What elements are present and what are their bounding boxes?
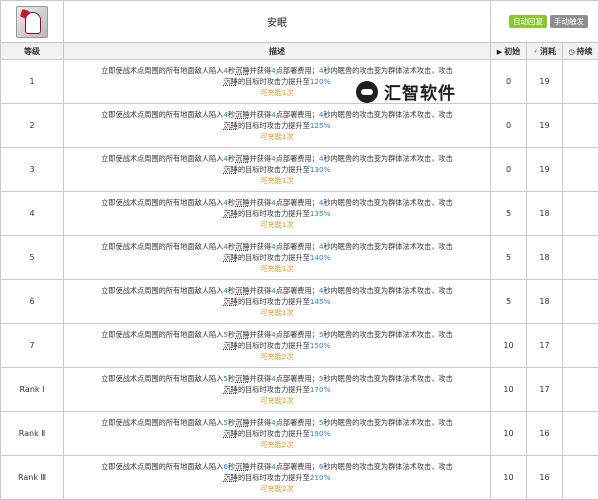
bolt-icon: ⚡ bbox=[533, 47, 538, 56]
row-description: 立即使战术点周围的所有地面敌人陷入5秒沉睡并获得4点部署费用；5秒内眠兽的攻击变… bbox=[63, 411, 491, 456]
row-duration bbox=[562, 411, 598, 456]
skill-rows: 1 立即使战术点周围的所有地面敌人陷入4秒沉睡并获得4点部署费用；4秒内眠兽的攻击… bbox=[0, 59, 598, 500]
row-cost: 18 bbox=[526, 191, 563, 236]
row-duration bbox=[562, 323, 598, 368]
skill-page: 安眠 自动回复 手动触发 等级 描述 ▶ 初始 ⚡ 消耗 ◷ 持续 1 立即使战术点周围的… bbox=[0, 0, 598, 500]
row-cost: 18 bbox=[526, 235, 563, 280]
row-level: Rank Ⅲ bbox=[0, 455, 64, 500]
row-duration bbox=[562, 235, 598, 280]
charge-note: 可充能2次 bbox=[260, 440, 294, 449]
row-level: 2 bbox=[0, 103, 64, 148]
row-initial: 5 bbox=[490, 235, 527, 280]
skill-header-row: 安眠 自动回复 手动触发 bbox=[0, 0, 598, 43]
row-cost: 16 bbox=[526, 455, 563, 500]
tag-manual-trigger: 手动触发 bbox=[550, 15, 588, 28]
row-level: Rank Ⅰ bbox=[0, 367, 64, 412]
row-description: 立即使战术点周围的所有地面敌人陷入5秒沉睡并获得4点部署费用；5秒内眠兽的攻击变… bbox=[63, 323, 491, 368]
row-level: Rank Ⅱ bbox=[0, 411, 64, 456]
row-cost: 16 bbox=[526, 411, 563, 456]
charge-note: 可充能2次 bbox=[260, 484, 294, 493]
charge-note: 可充能1次 bbox=[260, 176, 294, 185]
col-initial: ▶ 初始 bbox=[490, 42, 527, 60]
row-description: 立即使战术点周围的所有地面敌人陷入6秒沉睡并获得4点部署费用；6秒内眠兽的攻击变… bbox=[63, 455, 491, 500]
table-row: 4 立即使战术点周围的所有地面敌人陷入4秒沉睡并获得4点部署费用；4秒内眠兽的攻击… bbox=[0, 191, 598, 236]
row-initial: 10 bbox=[490, 367, 527, 412]
row-cost: 19 bbox=[526, 147, 563, 192]
row-cost: 19 bbox=[526, 103, 563, 148]
table-row: 6 立即使战术点周围的所有地面敌人陷入4秒沉睡并获得4点部署费用；4秒内眠兽的攻击… bbox=[0, 279, 598, 324]
skill-tags: 自动回复 手动触发 bbox=[490, 0, 598, 43]
row-initial: 10 bbox=[490, 455, 527, 500]
charge-note: 可充能1次 bbox=[260, 308, 294, 317]
row-initial: 0 bbox=[490, 103, 527, 148]
charge-note: 可充能2次 bbox=[260, 396, 294, 405]
table-row: Rank Ⅰ 立即使战术点周围的所有地面敌人陷入5秒沉睡并获得4点部署费用；5秒内… bbox=[0, 367, 598, 412]
table-row: 1 立即使战术点周围的所有地面敌人陷入4秒沉睡并获得4点部署费用；4秒内眠兽的攻击… bbox=[0, 59, 598, 104]
row-cost: 17 bbox=[526, 367, 563, 412]
charge-note: 可充能1次 bbox=[260, 220, 294, 229]
charge-note: 可充能1次 bbox=[260, 264, 294, 273]
row-level: 6 bbox=[0, 279, 64, 324]
row-cost: 17 bbox=[526, 323, 563, 368]
row-level: 3 bbox=[0, 147, 64, 192]
row-description: 立即使战术点周围的所有地面敌人陷入4秒沉睡并获得4点部署费用；4秒内眠兽的攻击变… bbox=[63, 147, 491, 192]
row-duration bbox=[562, 191, 598, 236]
col-level: 等级 bbox=[0, 42, 64, 60]
row-description: 立即使战术点周围的所有地面敌人陷入4秒沉睡并获得4点部署费用；4秒内眠兽的攻击变… bbox=[63, 279, 491, 324]
charge-note: 可充能1次 bbox=[260, 88, 294, 97]
col-duration: ◷ 持续 bbox=[562, 42, 598, 60]
row-description: 立即使战术点周围的所有地面敌人陷入4秒沉睡并获得4点部署费用；4秒内眠兽的攻击变… bbox=[63, 191, 491, 236]
table-row: 3 立即使战术点周围的所有地面敌人陷入4秒沉睡并获得4点部署费用；4秒内眠兽的攻击… bbox=[0, 147, 598, 192]
row-cost: 18 bbox=[526, 279, 563, 324]
row-duration bbox=[562, 455, 598, 500]
row-initial: 0 bbox=[490, 59, 527, 104]
skill-name: 安眠 bbox=[63, 0, 491, 43]
table-row: 7 立即使战术点周围的所有地面敌人陷入5秒沉睡并获得4点部署费用；5秒内眠兽的攻击… bbox=[0, 323, 598, 368]
row-description: 立即使战术点周围的所有地面敌人陷入4秒沉睡并获得4点部署费用；4秒内眠兽的攻击变… bbox=[63, 235, 491, 280]
table-row: 2 立即使战术点周围的所有地面敌人陷入4秒沉睡并获得4点部署费用；4秒内眠兽的攻击… bbox=[0, 103, 598, 148]
row-cost: 19 bbox=[526, 59, 563, 104]
table-row: 5 立即使战术点周围的所有地面敌人陷入4秒沉睡并获得4点部署费用；4秒内眠兽的攻击… bbox=[0, 235, 598, 280]
row-description: 立即使战术点周围的所有地面敌人陷入4秒沉睡并获得4点部署费用；4秒内眠兽的攻击变… bbox=[63, 59, 491, 104]
row-duration bbox=[562, 103, 598, 148]
row-initial: 0 bbox=[490, 147, 527, 192]
clock-icon: ◷ bbox=[568, 47, 575, 56]
row-duration bbox=[562, 279, 598, 324]
charge-note: 可充能2次 bbox=[260, 352, 294, 361]
row-level: 5 bbox=[0, 235, 64, 280]
tag-auto-recovery: 自动回复 bbox=[509, 15, 547, 28]
row-initial: 10 bbox=[490, 411, 527, 456]
skill-icon-cell bbox=[0, 0, 64, 43]
row-duration bbox=[562, 59, 598, 104]
row-description: 立即使战术点周围的所有地面敌人陷入5秒沉睡并获得4点部署费用；5秒内眠兽的攻击变… bbox=[63, 367, 491, 412]
col-description: 描述 bbox=[63, 42, 491, 60]
row-duration bbox=[562, 367, 598, 412]
row-description: 立即使战术点周围的所有地面敌人陷入4秒沉睡并获得4点部署费用；4秒内眠兽的攻击变… bbox=[63, 103, 491, 148]
skill-icon bbox=[16, 5, 48, 38]
play-icon: ▶ bbox=[496, 47, 503, 56]
row-duration bbox=[562, 147, 598, 192]
row-initial: 5 bbox=[490, 279, 527, 324]
row-level: 1 bbox=[0, 59, 64, 104]
row-initial: 5 bbox=[490, 191, 527, 236]
table-row: Rank Ⅲ 立即使战术点周围的所有地面敌人陷入6秒沉睡并获得4点部署费用；6秒内… bbox=[0, 455, 598, 500]
table-row: Rank Ⅱ 立即使战术点周围的所有地面敌人陷入5秒沉睡并获得4点部署费用；5秒内… bbox=[0, 411, 598, 456]
row-initial: 10 bbox=[490, 323, 527, 368]
charge-note: 可充能1次 bbox=[260, 132, 294, 141]
column-header-row: 等级 描述 ▶ 初始 ⚡ 消耗 ◷ 持续 bbox=[0, 42, 598, 60]
row-level: 4 bbox=[0, 191, 64, 236]
col-cost: ⚡ 消耗 bbox=[526, 42, 563, 60]
skill-table: 安眠 自动回复 手动触发 等级 描述 ▶ 初始 ⚡ 消耗 ◷ 持续 1 立即使战术点周围的… bbox=[0, 0, 598, 500]
row-level: 7 bbox=[0, 323, 64, 368]
